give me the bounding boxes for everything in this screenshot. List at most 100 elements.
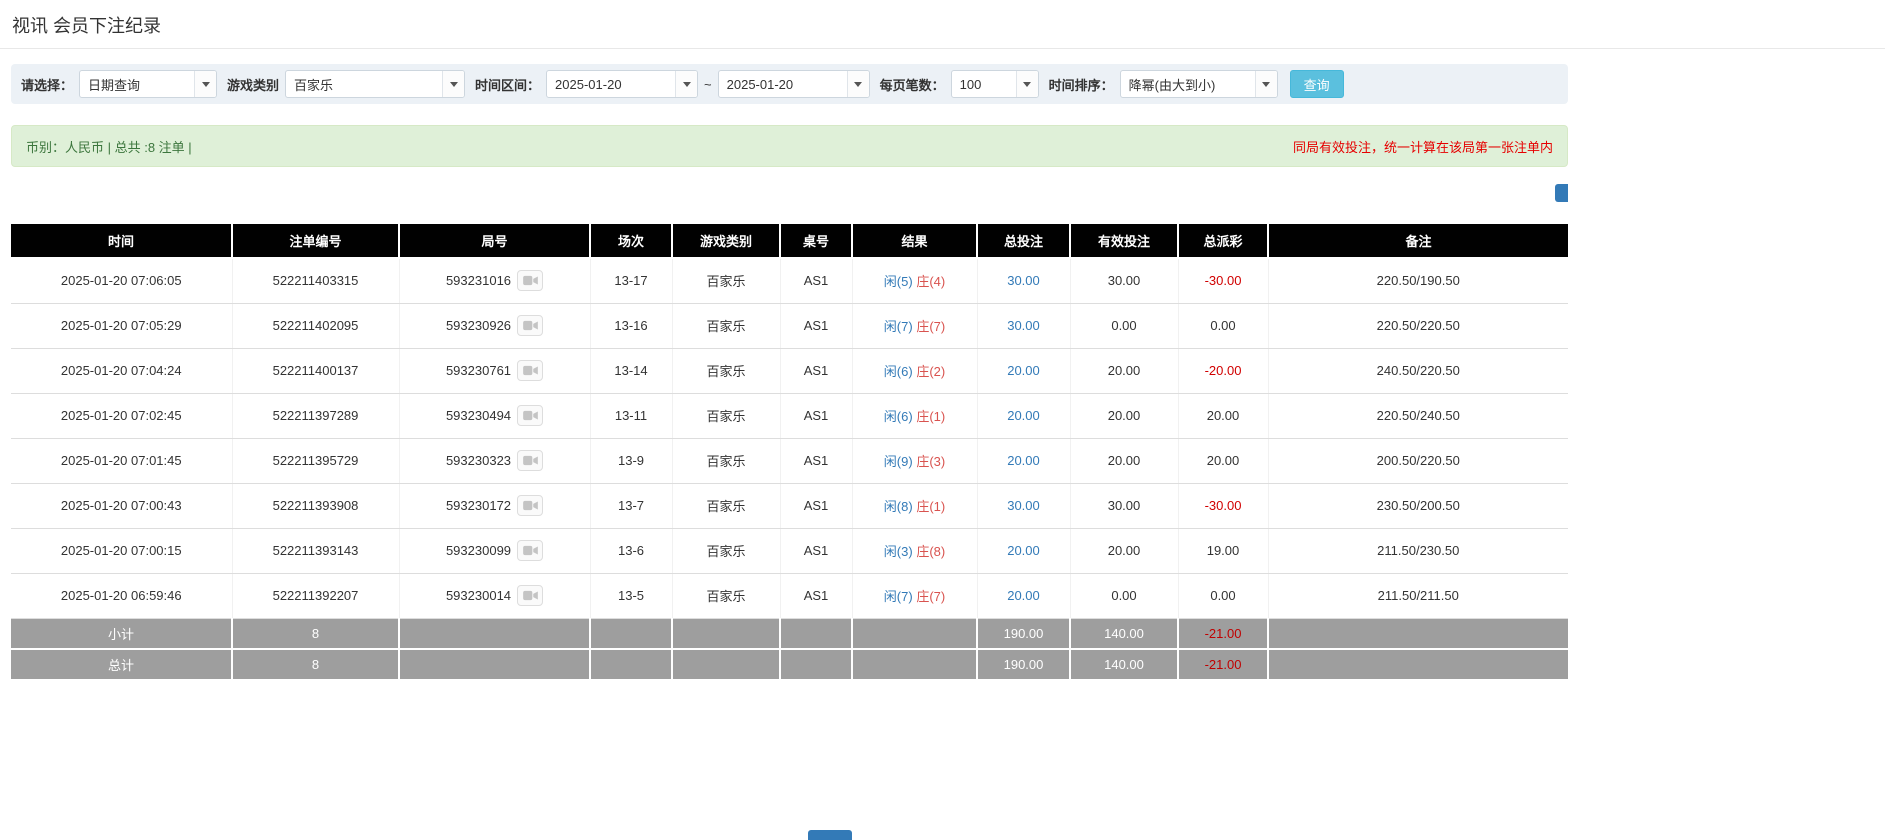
cell-session: 13-5 (590, 573, 673, 619)
cell-game-type: 百家乐 (672, 483, 781, 529)
pagination-button-partial[interactable] (808, 830, 852, 840)
video-camera-icon[interactable] (517, 495, 544, 516)
chevron-down-icon[interactable] (846, 71, 869, 97)
table-row: 2025-01-20 07:06:05 522211403315 593231016… (11, 258, 1568, 304)
video-camera-icon[interactable] (517, 405, 544, 426)
summary-cell: -21.00 (1178, 618, 1269, 650)
summary-bar: 币别：人民币 | 总共 :8 注单 | 同局有效投注，统一计算在该局第一张注单内 (11, 125, 1568, 167)
result-banker: 庄(7) (916, 589, 946, 604)
summary-cell (399, 649, 591, 681)
chevron-down-icon[interactable] (442, 71, 465, 97)
page-size-label: 每页笔数： (879, 77, 945, 93)
cell-session: 13-6 (590, 528, 673, 574)
total-bet-link[interactable]: 20.00 (1007, 588, 1040, 603)
cell-total-bet: 20.00 (977, 393, 1071, 439)
chevron-down-icon[interactable] (194, 71, 217, 97)
game-type-select[interactable]: 百家乐 (285, 70, 466, 98)
result-banker: 庄(1) (916, 409, 946, 424)
result-banker: 庄(8) (916, 544, 946, 559)
result-banker: 庄(4) (916, 274, 946, 290)
summary-cell: 190.00 (977, 618, 1071, 650)
chevron-down-icon[interactable] (1015, 71, 1038, 97)
chevron-down-icon[interactable] (1254, 71, 1277, 97)
table-row: 2025-01-20 07:00:43 522211393908 593230172… (11, 483, 1568, 529)
cell-game-type: 百家乐 (672, 258, 781, 304)
date-from-input[interactable]: 2025-01-20 (546, 70, 699, 98)
chevron-down-icon[interactable] (675, 71, 698, 97)
cell-time: 2025-01-20 07:00:15 (11, 528, 233, 574)
cell-round: 593230014 (399, 573, 591, 619)
cutoff-right-button[interactable] (1555, 184, 1568, 202)
cell-table-no: AS1 (780, 303, 853, 349)
cell-valid-bet: 20.00 (1070, 393, 1179, 439)
cell-bet-id: 522211403315 (232, 258, 400, 304)
total-bet-link[interactable]: 30.00 (1007, 498, 1040, 513)
cell-note: 211.50/211.50 (1268, 573, 1568, 619)
page-size-value: 100 (959, 76, 982, 92)
table-row: 2025-01-20 07:01:45 522211395729 593230323… (11, 438, 1568, 484)
total-bet-link[interactable]: 20.00 (1007, 363, 1040, 378)
video-camera-icon[interactable] (517, 450, 544, 471)
cell-round: 593230099 (399, 528, 591, 574)
payout-value: -20.00 (1204, 363, 1242, 378)
cell-payout: 20.00 (1178, 438, 1269, 484)
cell-game-type: 百家乐 (672, 348, 781, 394)
cell-valid-bet: 20.00 (1070, 438, 1179, 484)
page-size-select[interactable]: 100 (950, 70, 1039, 98)
date-to-input[interactable]: 2025-01-20 (717, 70, 870, 98)
cell-round: 593230761 (399, 348, 591, 394)
table-header: 时间 注单编号 局号 场次 游戏类别 桌号 结果 总投注 有效投注 总派彩 备注 (11, 224, 1568, 259)
cell-payout: -30.00 (1178, 258, 1269, 304)
total-bet-link[interactable]: 20.00 (1007, 543, 1040, 558)
subtotal-row: 小计 8 190.00 140.00 -21.00 (11, 618, 1568, 650)
video-camera-icon[interactable] (517, 360, 544, 381)
video-camera-icon[interactable] (517, 315, 544, 336)
query-type-select[interactable]: 日期查询 (79, 70, 218, 98)
cell-result: 闲(5) 庄(4) (852, 258, 978, 304)
cell-time: 2025-01-20 06:59:46 (11, 573, 233, 619)
header-result: 结果 (852, 224, 978, 259)
sort-order-select[interactable]: 降幂(由大到小) (1119, 70, 1278, 98)
currency-summary-text: 币别：人民币 | 总共 :8 注单 | (26, 139, 192, 155)
game-type-label: 游戏类别 (227, 77, 280, 93)
summary-cell (780, 618, 853, 650)
payout-value: 19.00 (1206, 543, 1240, 558)
total-bet-link[interactable]: 30.00 (1007, 318, 1040, 333)
total-bet-link[interactable]: 20.00 (1007, 408, 1040, 423)
cell-bet-id: 522211397289 (232, 393, 400, 439)
cell-payout: -20.00 (1178, 348, 1269, 394)
cell-round: 593231016 (399, 258, 591, 304)
header-valid-bet: 有效投注 (1070, 224, 1179, 259)
total-bet-link[interactable]: 30.00 (1007, 273, 1040, 288)
payout-value: 0.00 (1210, 318, 1236, 333)
result-player: 闲(6) (883, 409, 913, 424)
result-banker: 庄(7) (916, 319, 946, 334)
header-game-type: 游戏类别 (672, 224, 781, 259)
summary-cell (590, 649, 673, 681)
total-bet-link[interactable]: 20.00 (1007, 453, 1040, 468)
cell-result: 闲(7) 庄(7) (852, 303, 978, 349)
result-player: 闲(8) (883, 499, 913, 514)
summary-cell: -21.00 (1178, 649, 1269, 681)
video-camera-icon[interactable] (517, 540, 544, 561)
round-number: 593230099 (445, 543, 512, 558)
header-time: 时间 (11, 224, 233, 259)
cell-payout: -30.00 (1178, 483, 1269, 529)
video-camera-icon[interactable] (517, 270, 544, 292)
header-payout: 总派彩 (1178, 224, 1269, 259)
video-camera-icon[interactable] (517, 585, 544, 606)
header-note: 备注 (1268, 224, 1568, 259)
summary-cell (780, 649, 853, 681)
table-row: 2025-01-20 07:04:24 522211400137 593230761… (11, 348, 1568, 394)
page-header: 视讯 会员下注纪录 (0, 0, 1885, 49)
result-player: 闲(3) (883, 544, 913, 559)
query-type-value: 日期查询 (88, 77, 141, 93)
summary-cell (852, 618, 978, 650)
cell-time: 2025-01-20 07:04:24 (11, 348, 233, 394)
payout-value: 20.00 (1206, 453, 1240, 468)
search-button[interactable]: 查询 (1289, 70, 1344, 98)
cell-table-no: AS1 (780, 573, 853, 619)
valid-bet-notice-text: 同局有效投注，统一计算在该局第一张注单内 (1292, 139, 1553, 155)
summary-cell: 190.00 (977, 649, 1071, 681)
cell-valid-bet: 0.00 (1070, 573, 1179, 619)
